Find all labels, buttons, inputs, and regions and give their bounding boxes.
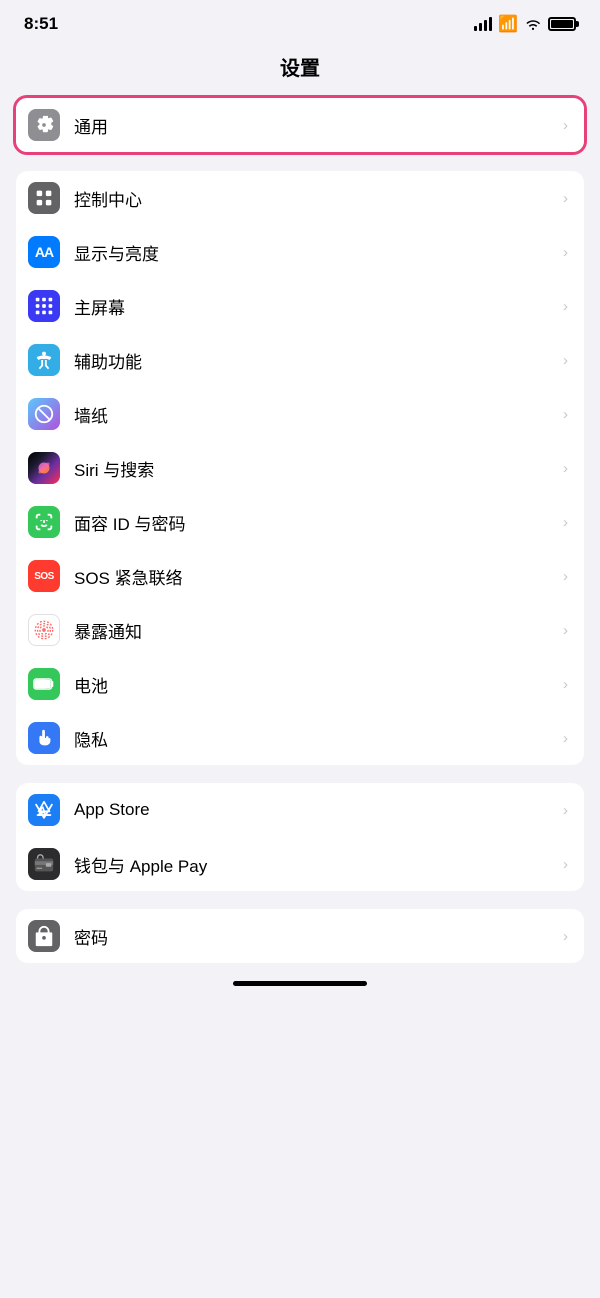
- battery-label: 电池: [74, 672, 563, 697]
- svg-text:A: A: [38, 804, 47, 819]
- privacy-label: 隐私: [74, 726, 563, 751]
- accessibility-icon: [28, 344, 60, 376]
- general-chevron: ›: [563, 117, 568, 134]
- home-indicator: [233, 981, 367, 986]
- home-screen-icon: [28, 290, 60, 322]
- section-store-group: A App Store › 钱包与 Apple Pay ›: [16, 783, 584, 891]
- wifi-icon: 📶: [498, 14, 518, 34]
- settings-item-siri[interactable]: Siri 与搜索 ›: [16, 441, 584, 495]
- settings-item-battery[interactable]: 电池 ›: [16, 657, 584, 711]
- control-center-label: 控制中心: [74, 186, 563, 211]
- privacy-icon: [28, 722, 60, 754]
- appstore-icon: A: [28, 794, 60, 826]
- status-time: 8:51: [24, 14, 58, 34]
- wallpaper-icon: [28, 398, 60, 430]
- passwords-icon: [28, 920, 60, 952]
- battery-icon: [548, 17, 576, 31]
- display-label: 显示与亮度: [74, 240, 563, 265]
- settings-item-wallpaper[interactable]: 墙纸 ›: [16, 387, 584, 441]
- control-center-icon: [28, 182, 60, 214]
- status-icons: 📶: [474, 14, 576, 34]
- settings-item-wallet[interactable]: 钱包与 Apple Pay ›: [16, 837, 584, 891]
- settings-item-exposure[interactable]: 暴露通知 ›: [16, 603, 584, 657]
- faceid-label: 面容 ID 与密码: [74, 510, 563, 535]
- general-label: 通用: [74, 113, 563, 138]
- display-icon: AA: [28, 236, 60, 268]
- settings-item-control-center[interactable]: 控制中心 ›: [16, 171, 584, 225]
- settings-item-appstore[interactable]: A App Store ›: [16, 783, 584, 837]
- wifi-icon: [524, 17, 542, 31]
- settings-item-faceid[interactable]: 面容 ID 与密码 ›: [16, 495, 584, 549]
- settings-item-sos[interactable]: SOS SOS 紧急联络 ›: [16, 549, 584, 603]
- sos-icon: SOS: [28, 560, 60, 592]
- home-screen-label: 主屏幕: [74, 294, 563, 319]
- passwords-label: 密码: [74, 924, 563, 949]
- section-display-group: 控制中心 › AA 显示与亮度 › 主屏幕 ›: [16, 171, 584, 765]
- settings-item-passwords[interactable]: 密码 ›: [16, 909, 584, 963]
- battery-settings-icon: [28, 668, 60, 700]
- appstore-label: App Store: [74, 800, 563, 820]
- section-password-group: 密码 ›: [16, 909, 584, 963]
- settings-item-accessibility[interactable]: 辅助功能 ›: [16, 333, 584, 387]
- signal-icon: [474, 17, 492, 31]
- settings-item-privacy[interactable]: 隐私 ›: [16, 711, 584, 765]
- sos-label: SOS 紧急联络: [74, 564, 563, 589]
- accessibility-label: 辅助功能: [74, 348, 563, 373]
- exposure-label: 暴露通知: [74, 618, 563, 643]
- faceid-icon: [28, 506, 60, 538]
- wallet-icon: [28, 848, 60, 880]
- section-general: 通用 ›: [13, 95, 587, 155]
- settings-item-home-screen[interactable]: 主屏幕 ›: [16, 279, 584, 333]
- wallet-label: 钱包与 Apple Pay: [74, 852, 563, 877]
- siri-label: Siri 与搜索: [74, 456, 563, 481]
- settings-item-general[interactable]: 通用 ›: [16, 98, 584, 152]
- wallpaper-label: 墙纸: [74, 402, 563, 427]
- exposure-icon: [28, 614, 60, 646]
- siri-icon: [28, 452, 60, 484]
- settings-item-display[interactable]: AA 显示与亮度 ›: [16, 225, 584, 279]
- page-title: 设置: [0, 42, 600, 95]
- general-icon: [28, 109, 60, 141]
- status-bar: 8:51 📶: [0, 0, 600, 42]
